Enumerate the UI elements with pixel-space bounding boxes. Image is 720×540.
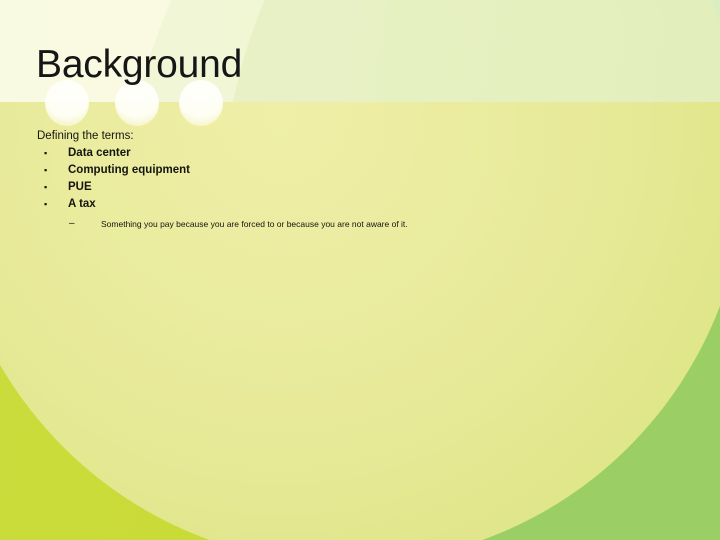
sub-bullet-item-tax-definition: – Something you pay because you are forc… bbox=[37, 216, 687, 232]
bullet-list: ▪ Data center ▪ Computing equipment ▪ PU… bbox=[37, 145, 687, 232]
dash-bullet-icon: – bbox=[69, 218, 75, 229]
square-bullet-icon: ▪ bbox=[44, 199, 48, 209]
slide-title: Background bbox=[36, 43, 243, 86]
square-bullet-icon: ▪ bbox=[44, 182, 48, 192]
bullet-item-computing-equipment: ▪ Computing equipment bbox=[37, 162, 687, 179]
bullet-item-data-center: ▪ Data center bbox=[37, 145, 687, 162]
square-bullet-icon: ▪ bbox=[44, 148, 48, 158]
bullet-label: Data center bbox=[68, 147, 131, 159]
bullet-item-a-tax: ▪ A tax bbox=[37, 196, 687, 213]
bullet-item-pue: ▪ PUE bbox=[37, 179, 687, 196]
bullet-label: PUE bbox=[68, 181, 92, 193]
slide-body: Defining the terms: ▪ Data center ▪ Comp… bbox=[37, 128, 687, 232]
slide-canvas: Background Defining the terms: ▪ Data ce… bbox=[0, 0, 720, 540]
square-bullet-icon: ▪ bbox=[44, 165, 48, 175]
slide-content: Background Defining the terms: ▪ Data ce… bbox=[0, 0, 720, 540]
bullet-label: A tax bbox=[68, 198, 96, 210]
sub-bullet-label: Something you pay because you are forced… bbox=[101, 219, 408, 229]
intro-line: Defining the terms: bbox=[37, 130, 134, 142]
bullet-label: Computing equipment bbox=[68, 164, 191, 176]
